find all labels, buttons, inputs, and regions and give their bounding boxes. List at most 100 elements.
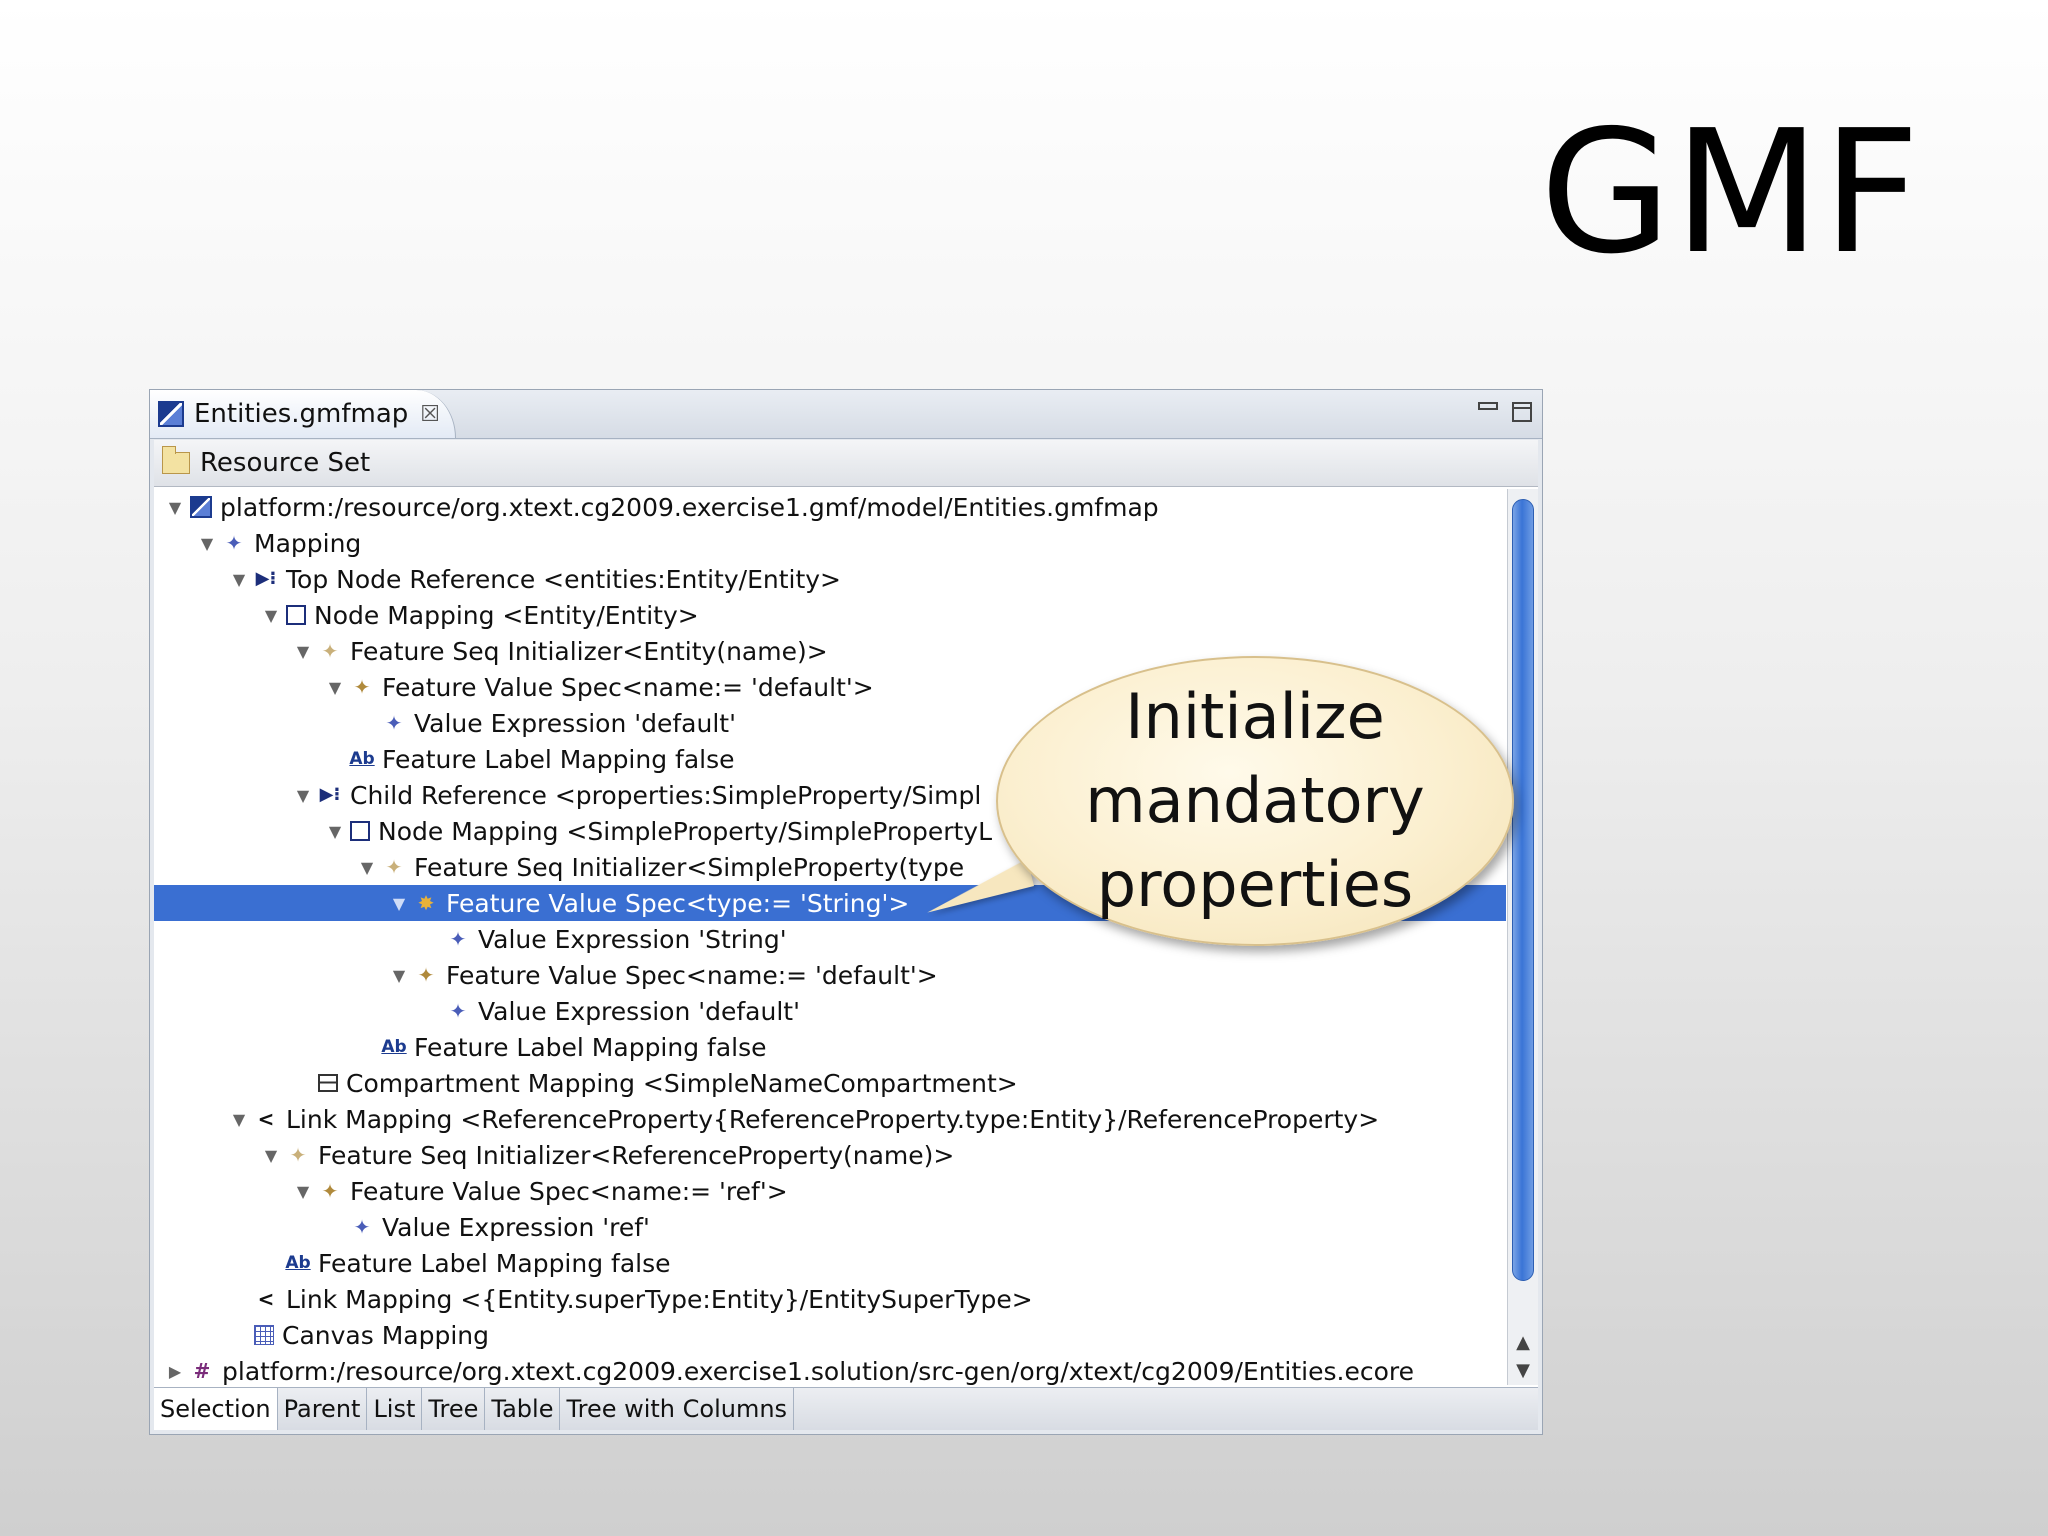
tree-row[interactable]: Ab Feature Label Mapping false xyxy=(154,1029,1506,1065)
tree-row-label: Top Node Reference <entities:Entity/Enti… xyxy=(286,564,842,594)
tree-row-label: Feature Seq Initializer<ReferencePropert… xyxy=(318,1140,955,1170)
tree-row-label: Link Mapping <{Entity.superType:Entity}/… xyxy=(286,1284,1033,1314)
tree-row-label: Feature Label Mapping false xyxy=(318,1248,671,1278)
child-reference-icon: ▶⁝ xyxy=(319,784,341,805)
scrollbar-thumb[interactable] xyxy=(1512,499,1534,1281)
expanded-arrow-icon[interactable]: ▼ xyxy=(294,786,312,805)
top-node-reference-icon: ▶⁝ xyxy=(255,568,277,589)
resource-set-folder-icon xyxy=(162,446,190,474)
tree-row-label: Value Expression 'default' xyxy=(414,708,736,738)
tree-row-label: platform:/resource/org.xtext.cg2009.exer… xyxy=(220,492,1159,522)
expanded-arrow-icon[interactable]: ▼ xyxy=(326,678,344,697)
scroll-up-arrow-icon[interactable]: ▲ xyxy=(1508,1329,1538,1357)
expanded-arrow-icon[interactable]: ▼ xyxy=(390,966,408,985)
tree-row-label: Feature Value Spec<name:= 'default'> xyxy=(382,672,874,702)
node-mapping-icon xyxy=(350,821,370,841)
tree-row-label: Canvas Mapping xyxy=(282,1320,489,1350)
tree-row[interactable]: ▼ ✦ Feature Value Spec<name:= 'default'> xyxy=(154,957,1506,993)
close-icon[interactable]: ☒ xyxy=(420,402,440,427)
tree-row[interactable]: ▼ ✦ Mapping xyxy=(154,525,1506,561)
callout-bubble: Initialize mandatory properties xyxy=(996,656,1514,946)
expanded-arrow-icon[interactable]: ▼ xyxy=(262,606,280,625)
callout-line-1: Initialize xyxy=(1125,680,1385,753)
value-expression-icon: ✦ xyxy=(449,927,467,951)
tree-row[interactable]: < Link Mapping <{Entity.superType:Entity}… xyxy=(154,1281,1506,1317)
node-mapping-icon xyxy=(286,605,306,625)
resource-set-header: Resource Set xyxy=(154,440,1538,487)
tree-row-label: Feature Value Spec<type:= 'String'> xyxy=(446,888,910,918)
collapsed-arrow-icon[interactable]: ▶ xyxy=(166,1362,184,1381)
tree-row-label: Mapping xyxy=(254,528,362,558)
editor-tab-entities-gmfmap[interactable]: Entities.gmfmap ☒ xyxy=(150,390,456,438)
tree-row-label: Node Mapping <Entity/Entity> xyxy=(314,600,699,630)
tree-row-label: Link Mapping <ReferenceProperty{Referenc… xyxy=(286,1104,1380,1134)
viewer-tab-selection[interactable]: Selection xyxy=(154,1388,278,1430)
tree-row[interactable]: ▶ # platform:/resource/org.xtext.cg2009.ex… xyxy=(154,1353,1506,1387)
tree-row[interactable]: ▼ < Link Mapping <ReferenceProperty{Refere… xyxy=(154,1101,1506,1137)
tree-row[interactable]: ✦ Value Expression 'ref' xyxy=(154,1209,1506,1245)
tree-row-label: Feature Value Spec<name:= 'default'> xyxy=(446,960,938,990)
value-expression-icon: ✦ xyxy=(449,999,467,1023)
tree-row-label: Feature Label Mapping false xyxy=(382,744,735,774)
tree-row[interactable]: Compartment Mapping <SimpleNameCompartme… xyxy=(154,1065,1506,1101)
tree-vertical-scrollbar[interactable]: ▲ ▼ xyxy=(1507,489,1538,1385)
expanded-arrow-icon[interactable]: ▼ xyxy=(166,498,184,517)
feature-seq-initializer-icon: ✦ xyxy=(289,1143,307,1167)
feature-value-spec-icon: ✦ xyxy=(353,675,371,699)
callout-line-3: properties xyxy=(1096,848,1414,921)
label-mapping-icon: Ab xyxy=(381,1036,407,1057)
expanded-arrow-icon[interactable]: ▼ xyxy=(326,822,344,841)
feature-seq-initializer-icon: ✦ xyxy=(385,855,403,879)
tree-row-label: Child Reference <properties:SimpleProper… xyxy=(350,780,982,810)
viewer-tab-parent[interactable]: Parent xyxy=(278,1388,368,1430)
value-expression-icon: ✦ xyxy=(385,711,403,735)
tree-row[interactable]: ▼ ✦ Feature Value Spec<name:= 'ref'> xyxy=(154,1173,1506,1209)
tree-row[interactable]: ▼ Node Mapping <Entity/Entity> xyxy=(154,597,1506,633)
scroll-down-arrow-icon[interactable]: ▼ xyxy=(1508,1357,1538,1385)
viewer-tab-table[interactable]: Table xyxy=(485,1388,561,1430)
callout-line-2: mandatory xyxy=(1085,764,1425,837)
mapping-diamond-icon: ✦ xyxy=(225,531,243,555)
expanded-arrow-icon[interactable]: ▼ xyxy=(230,570,248,589)
feature-value-spec-icon: ✦ xyxy=(321,1179,339,1203)
gmfmap-icon xyxy=(190,496,212,518)
tree-row-label: Feature Seq Initializer<SimpleProperty(t… xyxy=(414,852,965,882)
expanded-arrow-icon[interactable]: ▼ xyxy=(294,642,312,661)
expanded-arrow-icon[interactable]: ▼ xyxy=(358,858,376,877)
expanded-arrow-icon[interactable]: ▼ xyxy=(390,894,408,913)
editor-tab-label: Entities.gmfmap xyxy=(194,399,409,429)
compartment-mapping-icon xyxy=(318,1074,338,1092)
expanded-arrow-icon[interactable]: ▼ xyxy=(230,1110,248,1129)
viewer-tab-list[interactable]: List xyxy=(367,1388,423,1430)
expanded-arrow-icon[interactable]: ▼ xyxy=(198,534,216,553)
expanded-arrow-icon[interactable]: ▼ xyxy=(294,1182,312,1201)
maximize-icon[interactable] xyxy=(1512,402,1532,422)
tree-row[interactable]: ▼ ▶⁝ Top Node Reference <entities:Entity/E… xyxy=(154,561,1506,597)
tree-row-label: Feature Seq Initializer<Entity(name)> xyxy=(350,636,828,666)
tree-row-label: Feature Value Spec<name:= 'ref'> xyxy=(350,1176,788,1206)
value-expression-icon: ✦ xyxy=(353,1215,371,1239)
tree-row-label: Value Expression 'default' xyxy=(478,996,800,1026)
expanded-arrow-icon[interactable]: ▼ xyxy=(262,1146,280,1165)
gmfmap-file-icon xyxy=(158,401,184,427)
slide-title: GMF xyxy=(1539,94,1922,292)
viewer-tab-bar: Selection Parent List Tree Table Tree with Co… xyxy=(154,1387,1538,1430)
link-mapping-icon: < xyxy=(257,1107,275,1131)
minimize-icon[interactable] xyxy=(1478,402,1498,410)
label-mapping-icon: Ab xyxy=(349,748,375,769)
tree-row[interactable]: Ab Feature Label Mapping false xyxy=(154,1245,1506,1281)
tree-row[interactable]: ▼ platform:/resource/org.xtext.cg2009.exe… xyxy=(154,489,1506,525)
canvas-mapping-icon xyxy=(254,1325,274,1345)
tree-row-label: Value Expression 'String' xyxy=(478,924,787,954)
tree-row[interactable]: ▼ ✦ Feature Seq Initializer<ReferencePrope… xyxy=(154,1137,1506,1173)
tree-row[interactable]: ✦ Value Expression 'default' xyxy=(154,993,1506,1029)
ecore-icon: # xyxy=(193,1359,211,1383)
viewer-tab-tree-with-columns[interactable]: Tree with Columns xyxy=(560,1388,795,1430)
tree-row-label: platform:/resource/org.xtext.cg2009.exer… xyxy=(222,1356,1414,1386)
resource-set-label: Resource Set xyxy=(200,448,371,478)
feature-value-spec-icon: ✦ xyxy=(417,963,435,987)
tree-row[interactable]: Canvas Mapping xyxy=(154,1317,1506,1353)
viewer-tab-tree[interactable]: Tree xyxy=(422,1388,486,1430)
feature-seq-initializer-icon: ✦ xyxy=(321,639,339,663)
editor-tab-strip: Entities.gmfmap ☒ xyxy=(150,390,1542,439)
